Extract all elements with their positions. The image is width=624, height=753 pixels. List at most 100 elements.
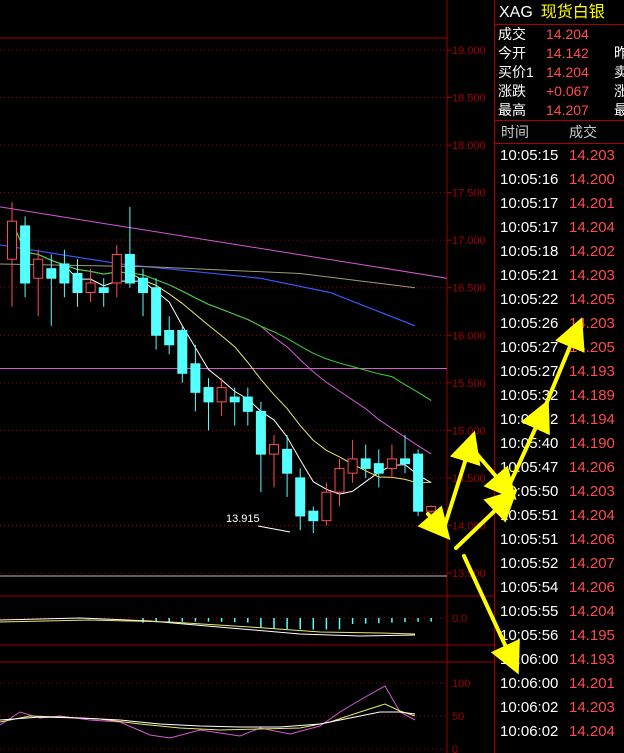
quote-trail: 最 — [614, 101, 624, 120]
candle-body — [59, 263, 70, 284]
candle-body — [308, 510, 319, 522]
price-tick-label: 13.500 — [452, 568, 486, 580]
tick-row[interactable]: 10:05:26 14.203 — [495, 312, 624, 336]
tick-price: 14.200 — [569, 171, 615, 188]
tick-time: 10:06:00 — [500, 651, 559, 668]
price-tick-label: 17.500 — [452, 188, 486, 200]
quote-label: 涨跌 — [498, 83, 526, 99]
ma5-line — [11, 220, 432, 495]
tick-row[interactable]: 10:05:56 14.195 — [495, 624, 624, 648]
quote-row: 涨跌 +0.067 涨 — [495, 82, 624, 101]
price-tick-label: 15.000 — [452, 425, 486, 437]
kdj-indicator: 100 50 0 — [0, 678, 470, 753]
chart-grid — [0, 0, 494, 753]
price-tick-label: 16.000 — [452, 330, 486, 342]
tick-time: 10:05:27 — [500, 363, 559, 380]
candle-body — [33, 258, 44, 279]
quote-panel: XAG 现货白银 成交 14.204 今开 14.142 昨买价1 14.204 卖涨跌 +0.… — [494, 0, 624, 753]
candle-body — [46, 268, 57, 279]
tick-row[interactable]: 10:06:02 14.203 — [495, 696, 624, 720]
candle-body — [72, 272, 83, 293]
tick-time: 10:05:54 — [500, 579, 559, 596]
tick-price: 14.204 — [569, 603, 615, 620]
tick-row[interactable]: 10:05:17 14.204 — [495, 216, 624, 240]
ticks-header-price: 成交 — [569, 124, 597, 140]
candle-body — [360, 458, 371, 469]
tick-row[interactable]: 10:05:21 14.203 — [495, 264, 624, 288]
tick-price: 14.206 — [569, 579, 615, 596]
tick-row[interactable]: 10:05:54 14.206 — [495, 576, 624, 600]
quote-row: 买价1 14.204 卖 — [495, 63, 624, 82]
tick-row[interactable]: 10:05:15 14.203 — [495, 144, 624, 168]
tick-list[interactable]: 10:05:15 14.203 10:05:16 14.200 10:05:17 14.2… — [495, 144, 624, 744]
tick-price: 14.195 — [569, 627, 615, 644]
low-price-leader — [257, 525, 291, 533]
tick-time: 10:05:56 — [500, 627, 559, 644]
quote-trail: 昨 — [614, 44, 624, 63]
tick-row[interactable]: 10:05:27 14.193 — [495, 360, 624, 384]
candle-body — [426, 505, 437, 512]
candle-body — [216, 387, 227, 403]
tick-price: 14.205 — [569, 291, 615, 308]
tick-price: 14.189 — [569, 387, 615, 404]
tick-time: 10:05:15 — [500, 147, 559, 164]
quote-value: 14.142 — [546, 45, 589, 61]
kline-chart[interactable]: 19.000 18.500 18.000 17.500 17.000 16.500 16.0… — [0, 0, 494, 753]
tick-price: 14.204 — [569, 219, 615, 236]
tick-row[interactable]: 10:05:32 14.189 — [495, 384, 624, 408]
tick-price: 14.194 — [569, 411, 615, 428]
price-tick-label: 14.000 — [452, 520, 486, 532]
candle-body — [20, 225, 31, 284]
tick-time: 10:05:32 — [500, 411, 559, 428]
ma20-line — [11, 220, 432, 455]
quote-row: 今开 14.142 昨 — [495, 44, 624, 63]
price-tick-label: 18.000 — [452, 140, 486, 152]
tick-row[interactable]: 10:05:18 14.202 — [495, 240, 624, 264]
tick-time: 10:05:32 — [500, 387, 559, 404]
candle-body — [321, 491, 332, 522]
price-axis: 19.000 18.500 18.000 17.500 17.000 16.500 16.0… — [452, 45, 486, 580]
tick-row[interactable]: 10:05:51 14.206 — [495, 528, 624, 552]
price-tick-label: 16.500 — [452, 283, 486, 295]
tick-row[interactable]: 10:05:17 14.201 — [495, 192, 624, 216]
tick-row[interactable]: 10:05:50 14.203 — [495, 480, 624, 504]
tick-row[interactable]: 10:05:40 14.190 — [495, 432, 624, 456]
tick-price: 14.204 — [569, 723, 615, 740]
tick-row[interactable]: 10:06:00 14.201 — [495, 672, 624, 696]
tick-time: 10:06:02 — [500, 723, 559, 740]
ma10-line — [11, 220, 432, 484]
price-tick-label: 15.500 — [452, 378, 486, 390]
tick-time: 10:05:27 — [500, 339, 559, 356]
kdj-axis-label: 50 — [452, 711, 464, 723]
kdj-j-line — [0, 685, 416, 739]
tick-time: 10:05:51 — [500, 507, 559, 524]
tick-row[interactable]: 10:05:52 14.207 — [495, 552, 624, 576]
tick-row[interactable]: 10:05:55 14.204 — [495, 600, 624, 624]
tick-row[interactable]: 10:05:32 14.194 — [495, 408, 624, 432]
macd-indicator: 0.0 — [0, 613, 467, 637]
candle-body — [242, 396, 253, 412]
tick-row[interactable]: 10:05:47 14.206 — [495, 456, 624, 480]
symbol-code: XAG — [499, 4, 533, 21]
candle-body — [98, 287, 109, 293]
quote-value: 14.204 — [546, 64, 589, 80]
moving-average-lines — [0, 206, 448, 495]
tick-row[interactable]: 10:05:22 14.205 — [495, 288, 624, 312]
quote-row: 成交 14.204 — [495, 25, 624, 44]
tick-row[interactable]: 10:05:27 14.205 — [495, 336, 624, 360]
tick-row[interactable]: 10:06:02 14.204 — [495, 720, 624, 744]
tick-price: 14.203 — [569, 147, 615, 164]
candlestick-series — [7, 202, 437, 534]
candle-body — [138, 277, 148, 293]
quote-value: 14.204 — [546, 26, 589, 42]
quote-summary: 成交 14.204 今开 14.142 昨买价1 14.204 卖涨跌 +0.067 涨最高 14… — [495, 25, 624, 120]
tick-row[interactable]: 10:06:00 14.193 — [495, 648, 624, 672]
tick-row[interactable]: 10:05:16 14.200 — [495, 168, 624, 192]
tick-price: 14.205 — [569, 339, 615, 356]
price-tick-label: 14.500 — [452, 473, 486, 485]
tick-price: 14.201 — [569, 195, 615, 212]
tick-row[interactable]: 10:05:51 14.204 — [495, 504, 624, 528]
candle-body — [85, 282, 96, 293]
candle-body — [334, 467, 345, 493]
candle-body — [164, 330, 175, 346]
